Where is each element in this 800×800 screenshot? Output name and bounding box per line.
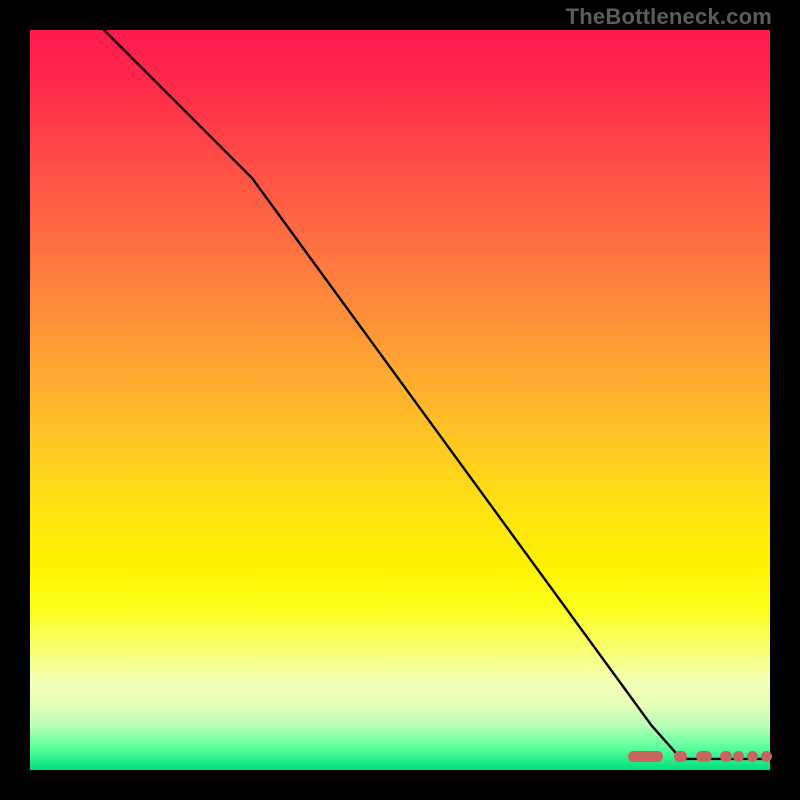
marker-segment — [674, 751, 687, 762]
marker-dot — [761, 751, 772, 762]
chart-stage: TheBottleneck.com — [0, 0, 800, 800]
marker-segment — [628, 751, 663, 762]
marker-dot — [733, 751, 744, 762]
curve-layer — [30, 30, 770, 770]
watermark-text: TheBottleneck.com — [566, 4, 772, 30]
marker-segment — [720, 751, 732, 762]
plot-area — [30, 30, 770, 770]
marker-dot — [747, 751, 758, 762]
marker-segment — [696, 751, 712, 762]
bottleneck-curve — [104, 30, 770, 759]
